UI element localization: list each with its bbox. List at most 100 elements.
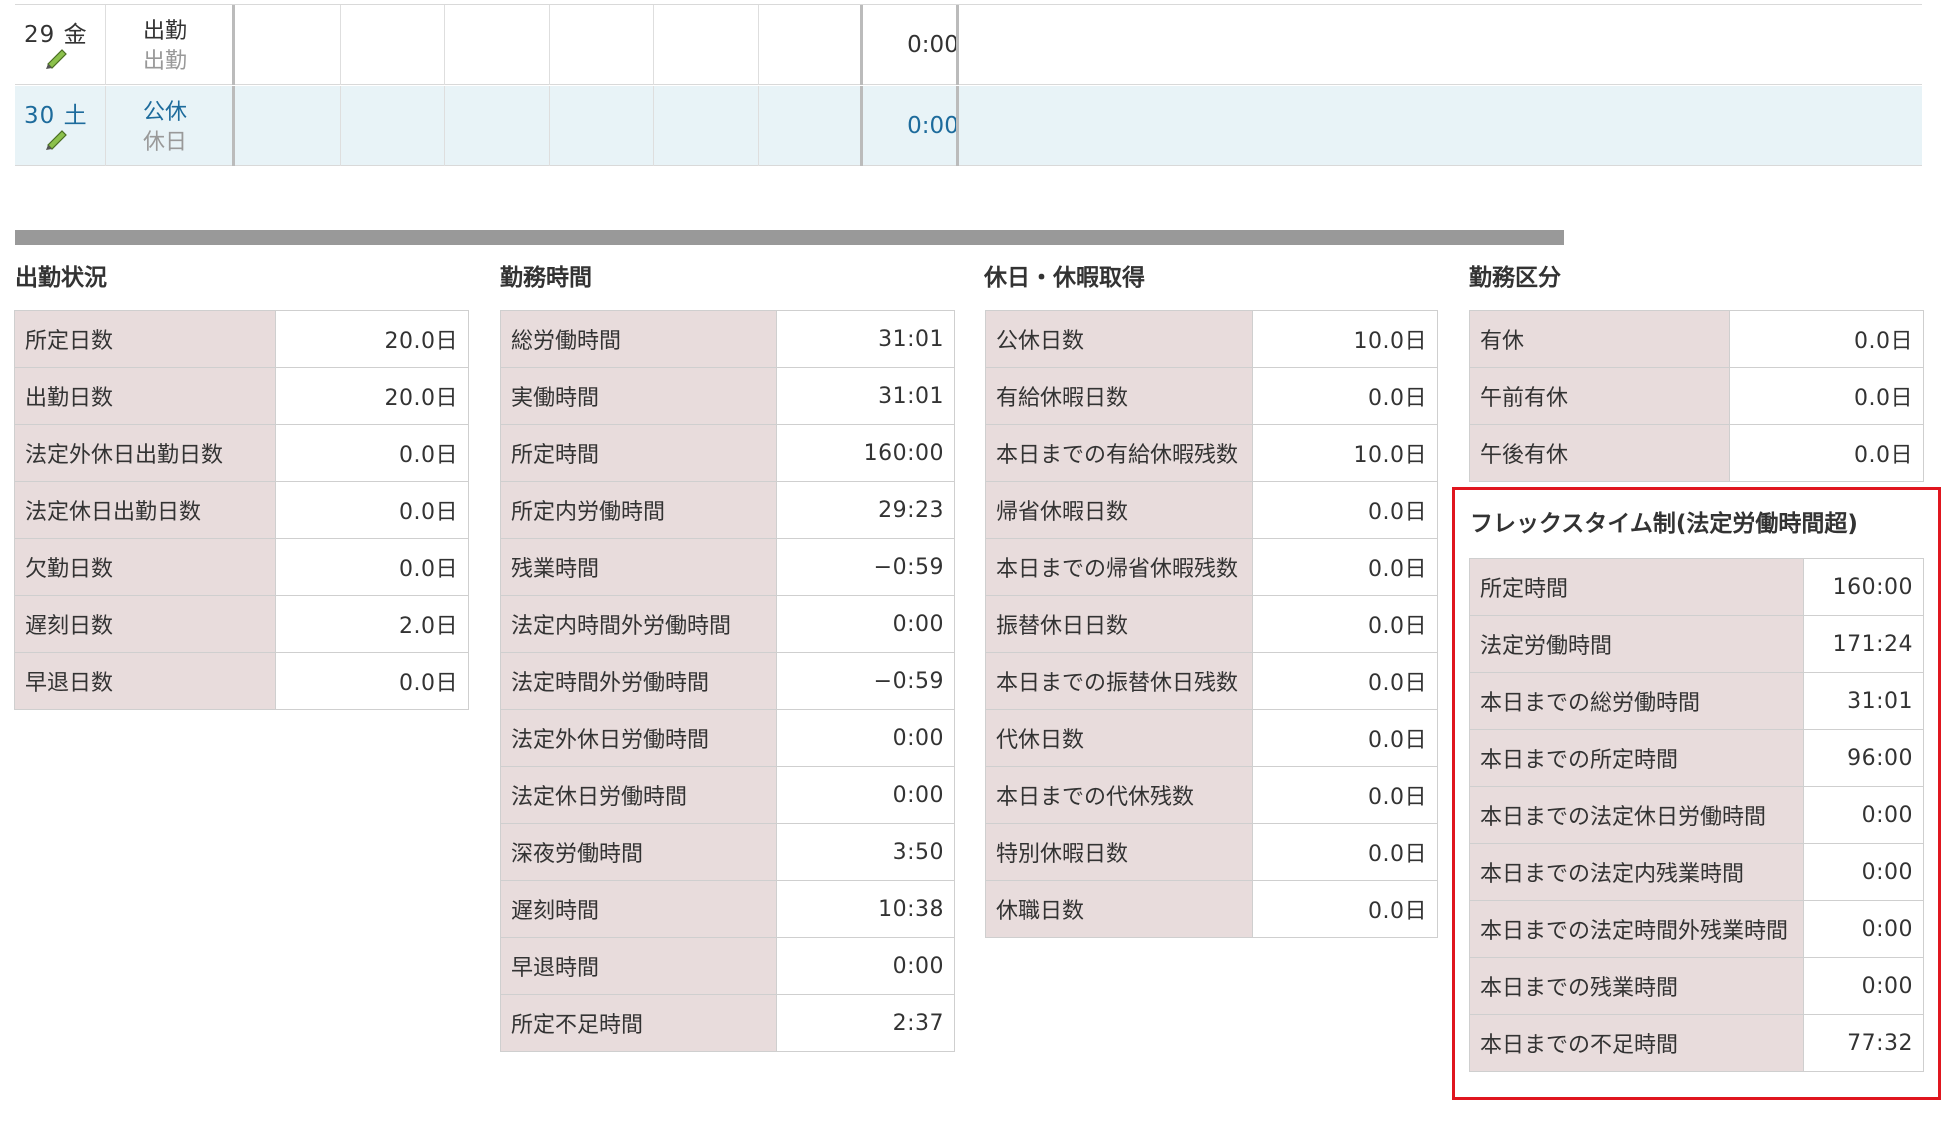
row-value: 0.0日	[1252, 538, 1438, 596]
table-row: 本日までの代休残数 0.0日	[985, 766, 1438, 824]
row-value: 0.0日	[275, 652, 469, 710]
row-label: 代休日数	[985, 709, 1253, 767]
table-row: 本日までの振替休日残数 0.0日	[985, 652, 1438, 710]
table-row: 早退時間 0:00	[500, 937, 955, 995]
table-row: 遅刻時間 10:38	[500, 880, 955, 938]
table-row: 午前有休 0.0日	[1469, 367, 1924, 425]
row-value: 0.0日	[1252, 481, 1438, 539]
table-row: 本日までの残業時間 0:00	[1469, 957, 1924, 1015]
table-row: 本日までの法定時間外残業時間 0:00	[1469, 900, 1924, 958]
row-value: 0.0日	[275, 538, 469, 596]
table-row: 所定時間 160:00	[1469, 558, 1924, 616]
row-label: 有給休暇日数	[985, 367, 1253, 425]
table-row: 本日までの帰省休暇残数 0.0日	[985, 538, 1438, 596]
calendar-date: 30 土	[24, 103, 88, 129]
row-label: 法定労働時間	[1469, 615, 1804, 673]
row-label: 帰省休暇日数	[985, 481, 1253, 539]
table-row: 残業時間 −0:59	[500, 538, 955, 596]
row-value: 20.0日	[275, 310, 469, 368]
row-value: 10.0日	[1252, 310, 1438, 368]
row-label: 所定内労働時間	[500, 481, 777, 539]
row-label: 本日までの法定時間外残業時間	[1469, 900, 1804, 958]
row-label: 遅刻時間	[500, 880, 777, 938]
row-value: 0.0日	[275, 481, 469, 539]
shift-status: 出勤	[143, 19, 188, 44]
pencil-icon[interactable]	[44, 126, 70, 150]
row-label: 法定外休日労働時間	[500, 709, 777, 767]
row-label: 法定外休日出勤日数	[14, 424, 276, 482]
row-label: 残業時間	[500, 538, 777, 596]
row-label: 有休	[1469, 310, 1730, 368]
pencil-icon[interactable]	[44, 45, 70, 69]
row-value: 10:38	[776, 880, 955, 938]
row-value: 10.0日	[1252, 424, 1438, 482]
section-title-attendance: 出勤状況	[15, 265, 107, 291]
row-label: 法定時間外労働時間	[500, 652, 777, 710]
table-row: 遅刻日数 2.0日	[14, 595, 469, 653]
table-row: 本日までの法定内残業時間 0:00	[1469, 843, 1924, 901]
row-value: 0:00	[1803, 900, 1924, 958]
work-hours-cell: 0:00	[907, 113, 959, 139]
row-value: 0.0日	[1252, 880, 1438, 938]
row-label: 休職日数	[985, 880, 1253, 938]
row-label: 本日までの法定休日労働時間	[1469, 786, 1804, 844]
calendar-date: 29 金	[24, 22, 88, 48]
row-value: 160:00	[776, 424, 955, 482]
row-label: 公休日数	[985, 310, 1253, 368]
table-row: 代休日数 0.0日	[985, 709, 1438, 767]
section-title-flex: フレックスタイム制(法定労働時間超)	[1470, 511, 1858, 537]
table-row: 本日までの不足時間 77:32	[1469, 1014, 1924, 1072]
table-row: 出勤日数 20.0日	[14, 367, 469, 425]
table-row: 帰省休暇日数 0.0日	[985, 481, 1438, 539]
table-row: 休職日数 0.0日	[985, 880, 1438, 938]
row-value: 0.0日	[1252, 823, 1438, 881]
row-value: 0.0日	[1252, 766, 1438, 824]
row-label: 本日までの所定時間	[1469, 729, 1804, 787]
row-value: 171:24	[1803, 615, 1924, 673]
section-title-work-category: 勤務区分	[1469, 265, 1561, 291]
horizontal-scrollbar[interactable]	[15, 230, 1564, 245]
row-label: 本日までの代休残数	[985, 766, 1253, 824]
row-value: 31:01	[776, 367, 955, 425]
row-value: 0.0日	[1252, 367, 1438, 425]
row-value: 0.0日	[1729, 424, 1924, 482]
row-label: 午前有休	[1469, 367, 1730, 425]
row-label: 本日までの有給休暇残数	[985, 424, 1253, 482]
row-label: 深夜労働時間	[500, 823, 777, 881]
flex-time-table: 所定時間 160:00 法定労働時間 171:24 本日までの総労働時間 31:01 本日ま…	[1469, 558, 1924, 1072]
row-label: 本日までの総労働時間	[1469, 672, 1804, 730]
table-row: 公休日数 10.0日	[985, 310, 1438, 368]
row-label: 所定時間	[1469, 558, 1804, 616]
row-label: 早退時間	[500, 937, 777, 995]
row-value: 0.0日	[1252, 595, 1438, 653]
table-row: 法定休日労働時間 0:00	[500, 766, 955, 824]
row-value: 160:00	[1803, 558, 1924, 616]
row-label: 本日までの残業時間	[1469, 957, 1804, 1015]
table-row: 所定内労働時間 29:23	[500, 481, 955, 539]
calendar-row-29: 29 金 出勤 出勤 0:00	[15, 5, 1922, 85]
table-row: 法定時間外労働時間 −0:59	[500, 652, 955, 710]
table-row: 午後有休 0.0日	[1469, 424, 1924, 482]
attendance-table: 所定日数 20.0日 出勤日数 20.0日 法定外休日出勤日数 0.0日 法定休日出勤日数 0…	[14, 310, 469, 710]
row-value: 2:37	[776, 994, 955, 1052]
table-row: 有休 0.0日	[1469, 310, 1924, 368]
row-value: 0:00	[1803, 843, 1924, 901]
table-row: 本日までの所定時間 96:00	[1469, 729, 1924, 787]
row-label: 所定時間	[500, 424, 777, 482]
row-label: 遅刻日数	[14, 595, 276, 653]
row-value: 3:50	[776, 823, 955, 881]
row-value: 77:32	[1803, 1014, 1924, 1072]
table-row: 法定外休日出勤日数 0.0日	[14, 424, 469, 482]
row-value: −0:59	[776, 538, 955, 596]
holidays-table: 公休日数 10.0日 有給休暇日数 0.0日 本日までの有給休暇残数 10.0日 帰省休暇日…	[985, 310, 1438, 938]
table-row: 法定外休日労働時間 0:00	[500, 709, 955, 767]
row-label: 実働時間	[500, 367, 777, 425]
row-label: 本日までの振替休日残数	[985, 652, 1253, 710]
row-value: 0.0日	[1729, 310, 1924, 368]
row-label: 総労働時間	[500, 310, 777, 368]
row-value: 0.0日	[1252, 652, 1438, 710]
section-title-work-hours: 勤務時間	[500, 265, 592, 291]
row-label: 欠勤日数	[14, 538, 276, 596]
table-row: 本日までの総労働時間 31:01	[1469, 672, 1924, 730]
section-title-holidays: 休日・休暇取得	[984, 265, 1145, 291]
